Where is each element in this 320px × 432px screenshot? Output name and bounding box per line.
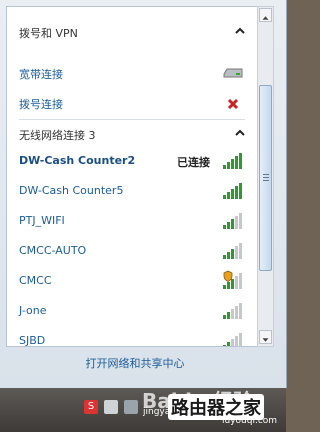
vertical-scrollbar[interactable] [257,6,274,347]
open-network-center-link[interactable]: 打开网络和共享中心 [0,355,270,371]
scroll-up-button[interactable] [259,8,272,22]
scroll-down-button[interactable] [259,330,272,344]
network-name: J-one [19,304,47,317]
sogou-ime-icon[interactable]: S [84,400,98,414]
wifi-network-item[interactable]: CMCC-AUTO [7,237,257,267]
chevron-up-icon[interactable] [235,128,245,138]
connection-item-dialup[interactable]: 拨号连接 [7,89,257,119]
wifi-network-item[interactable]: SJBD [7,327,257,347]
wifi-network-item[interactable]: PTJ_WIFI [7,207,257,237]
signal-strength-icon [223,183,243,199]
disconnect-x-icon [227,98,239,110]
network-name: SJBD [19,334,46,347]
section-divider [19,119,245,120]
section-header-dialup[interactable]: 拨号和 VPN [7,21,257,45]
network-flyout: 拨号和 VPN 宽带连接 拨号连接 无线网络连接 3 DW-Cash Count… [0,0,287,388]
network-name: DW-Cash Counter5 [19,184,124,197]
wifi-network-item[interactable]: DW-Cash Counter5 [7,177,257,207]
triangle-down-icon [262,338,269,342]
section-title-dialup: 拨号和 VPN [19,27,78,40]
security-shield-icon [223,270,233,282]
connection-status: 已连接 [177,156,210,169]
connections-panel: 拨号和 VPN 宽带连接 拨号连接 无线网络连接 3 DW-Cash Count… [6,6,258,347]
signal-strength-icon [223,213,243,229]
section-header-wireless[interactable]: 无线网络连接 3 [7,123,257,147]
section-title-wireless: 无线网络连接 3 [19,129,96,142]
connection-label: 宽带连接 [19,68,63,81]
scroll-thumb[interactable] [259,85,272,271]
tray-app-icon[interactable] [124,400,138,414]
connection-item-broadband[interactable]: 宽带连接 [7,59,257,89]
wifi-network-item[interactable]: DW-Cash Counter2 已连接 [7,147,257,177]
signal-strength-icon [223,303,243,319]
router-watermark-url: luyouqi.com [222,416,278,426]
wifi-network-item[interactable]: CMCC [7,267,257,297]
tray-app-icon[interactable] [104,400,118,414]
signal-strength-icon [223,243,243,259]
network-name: CMCC-AUTO [19,244,87,257]
signal-strength-icon [223,153,243,169]
connection-label: 拨号连接 [19,98,63,111]
signal-strength-icon [223,333,243,346]
network-name: PTJ_WIFI [19,214,65,227]
network-name: CMCC [19,274,52,287]
network-name: DW-Cash Counter2 [19,154,136,167]
modem-icon [223,68,243,78]
triangle-up-icon [262,16,269,20]
wifi-network-item[interactable]: J-one [7,297,257,327]
chevron-up-icon[interactable] [235,26,245,36]
